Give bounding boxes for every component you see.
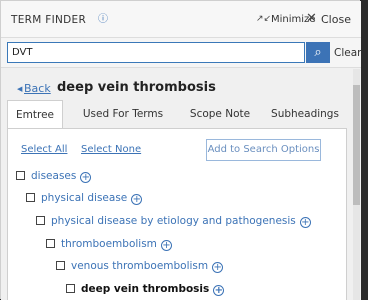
tree-item[interactable]: thromboembolism + [46,238,172,251]
term-tabs: Emtree Used For Terms Scope Note Subhead… [7,100,347,128]
expand-icon[interactable]: + [160,240,172,251]
search-icon: ⌕ [314,45,322,60]
tree-item-label[interactable]: thromboembolism [61,238,157,250]
scrollbar-thumb[interactable] [353,85,360,205]
select-all-link[interactable]: Select All [21,144,67,155]
close-icon[interactable]: ✕ [306,11,317,26]
expand-icon[interactable]: + [213,285,225,296]
term-finder-panel: TERM FINDER ⓘ ↗↙ Minimize ✕ Close DVT ⌕ … [0,0,361,300]
expand-icon[interactable]: + [80,172,92,183]
clear-button[interactable]: Clear [334,47,361,59]
term-heading: deep vein thrombosis [57,80,216,95]
expand-icon[interactable]: + [212,262,224,273]
checkbox[interactable] [66,284,75,293]
tree-item-label[interactable]: physical disease by etiology and pathoge… [51,215,296,227]
tree-item-label[interactable]: deep vein thrombosis [81,283,209,295]
search-input[interactable]: DVT [7,42,305,63]
term-finder-header: TERM FINDER ⓘ ↗↙ Minimize ✕ Close [1,1,361,38]
search-row: DVT ⌕ Clear [1,38,361,68]
tree-item[interactable]: physical disease by etiology and pathoge… [36,215,311,228]
expand-icon[interactable]: + [299,217,311,228]
tree-item-label[interactable]: venous thromboembolism [71,260,208,272]
tree-item-label[interactable]: diseases [31,170,76,182]
checkbox[interactable] [26,193,35,202]
tree-item[interactable]: physical disease + [26,192,143,205]
checkbox[interactable] [36,216,45,225]
emtree-card: Select All Select None Add to Search Opt… [7,128,347,300]
tree-item[interactable]: diseases + [16,170,92,183]
checkbox[interactable] [46,239,55,248]
expand-icon[interactable]: + [131,194,143,205]
checkbox[interactable] [56,261,65,270]
back-arrow-icon[interactable]: ◀ [17,85,22,93]
tree-item-current[interactable]: deep vein thrombosis + [66,283,225,296]
term-detail: ◀ Back deep vein thrombosis Emtree Used … [1,68,361,300]
select-none-link[interactable]: Select None [81,144,141,155]
back-link[interactable]: Back [24,82,51,95]
add-to-search-options-button[interactable]: Add to Search Options [206,139,321,161]
help-icon[interactable]: ⓘ [98,10,108,25]
checkbox[interactable] [16,171,25,180]
close-button[interactable]: Close [321,13,351,26]
tab-subheadings[interactable]: Subheadings [263,100,347,128]
tree-item-label[interactable]: physical disease [41,192,127,204]
panel-title: TERM FINDER [11,14,87,26]
search-button[interactable]: ⌕ [306,42,330,63]
tree-item[interactable]: venous thromboembolism + [56,260,224,273]
minimize-icon[interactable]: ↗↙ [256,14,271,24]
tab-scope-note[interactable]: Scope Note [180,100,260,128]
tab-used-for-terms[interactable]: Used For Terms [69,100,177,128]
tab-emtree[interactable]: Emtree [7,100,63,128]
